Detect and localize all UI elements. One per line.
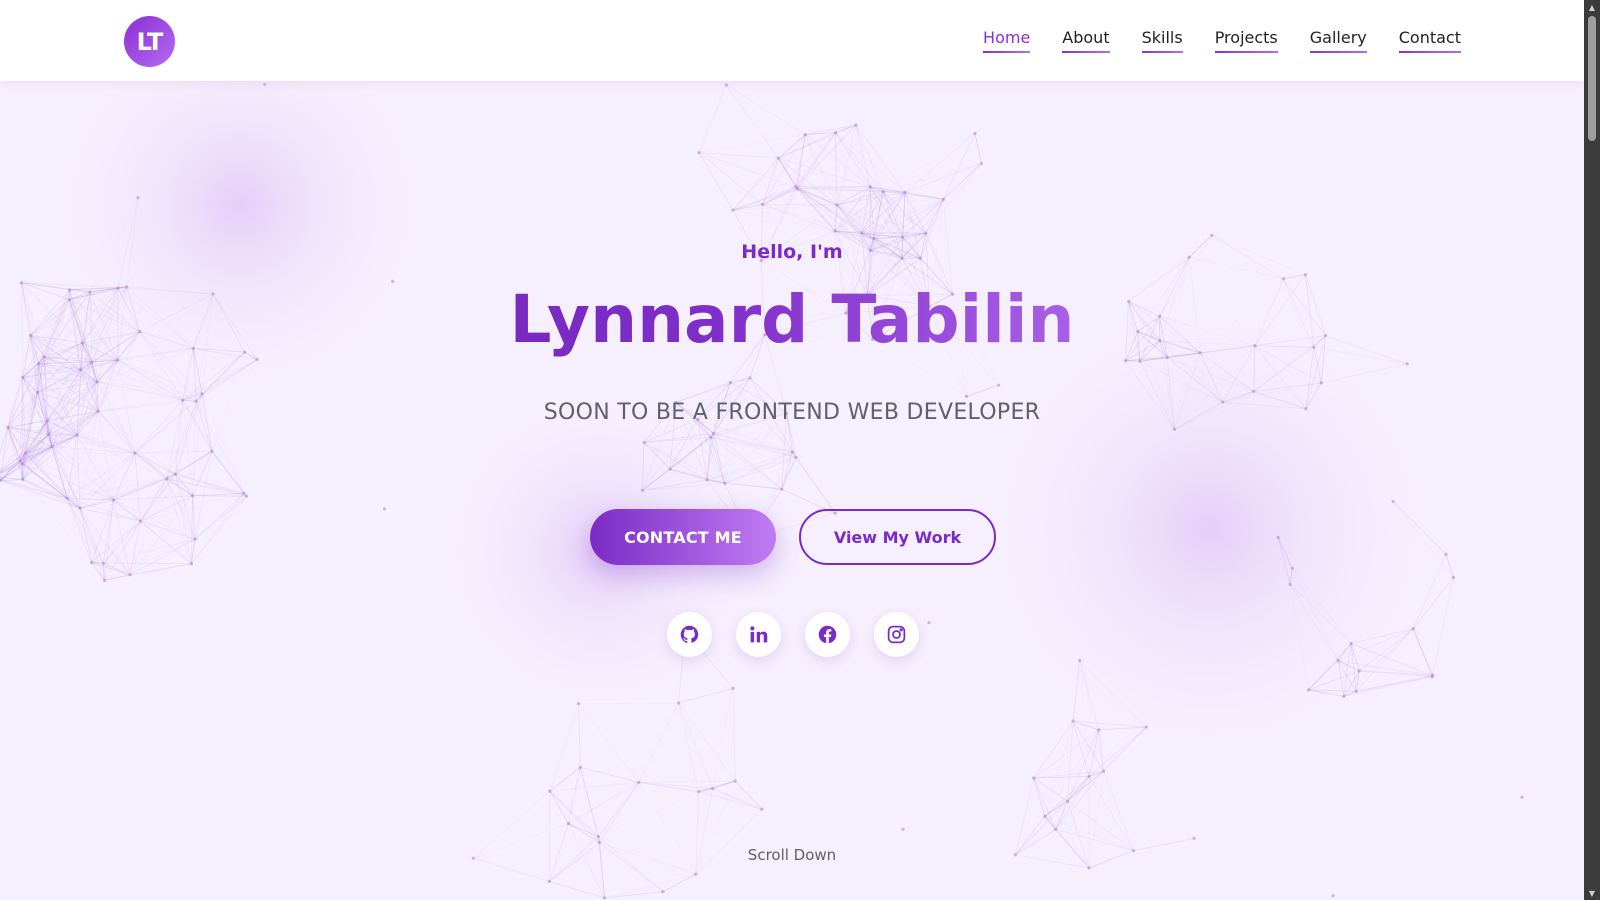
nav-home[interactable]: Home xyxy=(983,28,1031,53)
hero-section: Hello, I'm Lynnard Tabilin SOON TO BE A … xyxy=(0,81,1584,900)
nav-skills[interactable]: Skills xyxy=(1141,28,1183,53)
linkedin-icon[interactable] xyxy=(736,612,781,657)
instagram-icon[interactable] xyxy=(874,612,919,657)
contact-me-button[interactable]: CONTACT ME xyxy=(590,509,776,565)
hero-subtitle: SOON TO BE A FRONTEND WEB DEVELOPER xyxy=(543,400,1041,425)
scrollbar[interactable]: ▲ ▼ xyxy=(1584,0,1600,900)
facebook-icon[interactable] xyxy=(805,612,850,657)
nav-contact[interactable]: Contact xyxy=(1398,28,1462,53)
scroll-thumb[interactable] xyxy=(1588,16,1596,141)
scroll-up-arrow-icon[interactable]: ▲ xyxy=(1584,0,1600,14)
logo[interactable]: LT xyxy=(124,16,175,67)
hero-name: Lynnard Tabilin xyxy=(0,281,1584,358)
scroll-down-label[interactable]: Scroll Down xyxy=(0,846,1584,864)
site-header: LT Home About Skills Projects Gallery Co… xyxy=(0,0,1584,81)
nav-gallery[interactable]: Gallery xyxy=(1309,28,1367,53)
main-nav: Home About Skills Projects Gallery Conta… xyxy=(983,28,1462,53)
github-icon[interactable] xyxy=(667,612,712,657)
view-my-work-button[interactable]: View My Work xyxy=(799,509,996,565)
nav-projects[interactable]: Projects xyxy=(1214,28,1278,53)
hero-greeting: Hello, I'm xyxy=(741,241,843,263)
scroll-down-arrow-icon[interactable]: ▼ xyxy=(1584,886,1600,900)
nav-about[interactable]: About xyxy=(1062,28,1110,53)
